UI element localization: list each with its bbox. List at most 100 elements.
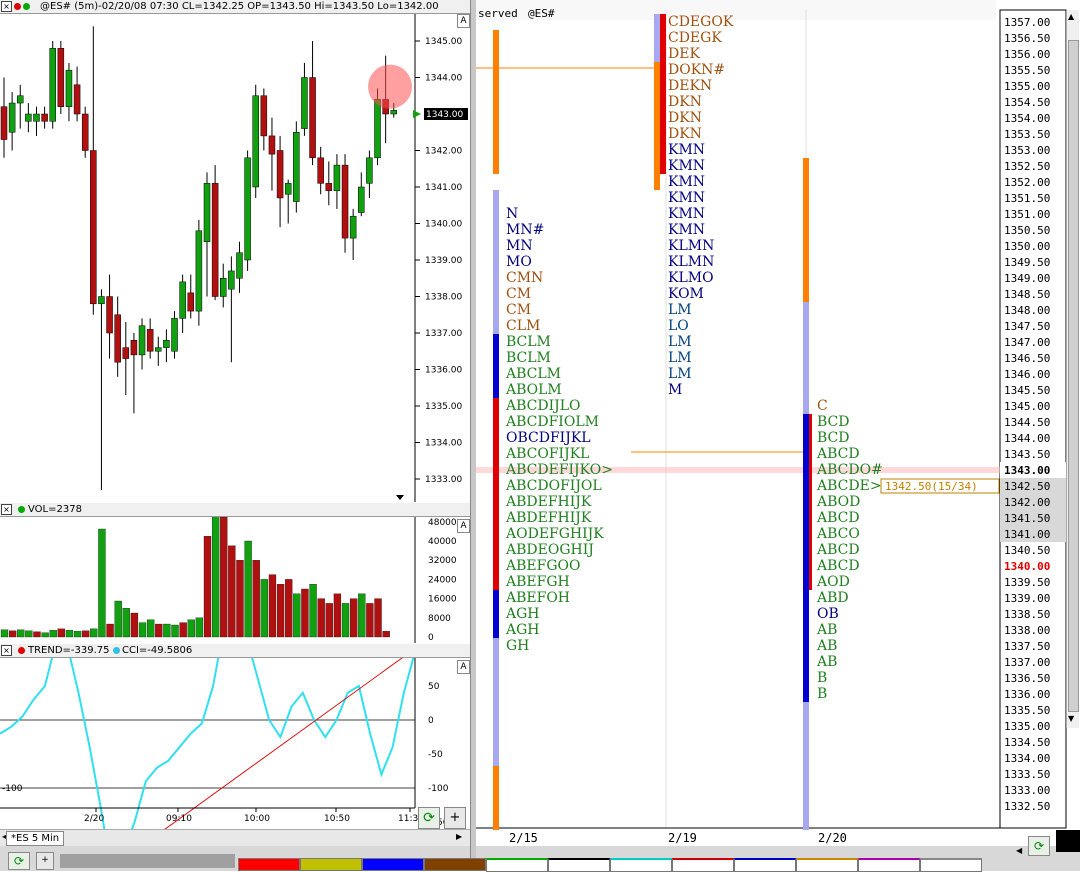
candle-body <box>203 183 211 243</box>
tpo-row-2-20: AOD <box>817 574 850 590</box>
tpo-row-2-15: CM <box>506 286 532 302</box>
color-swatch[interactable] <box>548 858 610 872</box>
tpo-row-2-15: ABDEFHIJK <box>506 510 592 526</box>
tpo-row-2-19: LO <box>668 318 689 334</box>
volume-bar <box>90 628 98 638</box>
tpo-row-2-15: ABCDIJLO <box>506 398 581 414</box>
add-chart-button[interactable]: + <box>36 852 54 870</box>
scroll-left-arrow[interactable]: ◀ <box>1016 846 1022 855</box>
candle-body <box>33 113 40 122</box>
tpo-row-2-19: LM <box>668 350 692 366</box>
tpo-row-2-15: ABEFGOO <box>506 558 581 574</box>
color-swatch[interactable] <box>424 858 486 871</box>
tpo-row-2-20: ABD <box>817 590 849 606</box>
color-swatch[interactable] <box>238 858 300 871</box>
candle-body <box>374 99 381 159</box>
volume-bar <box>228 545 236 638</box>
time-axis-label: 10:00 <box>244 814 270 824</box>
volume-label: VOL=2378 <box>28 504 82 515</box>
tpo-row-2-15: CM <box>506 302 532 318</box>
volume-bar <box>187 619 195 638</box>
volume-bar <box>73 631 82 638</box>
tpo-row-2-15: AGH <box>506 606 540 622</box>
candlestick-panel[interactable]: × @ES# (5m)-02/20/08 07:30 CL=1342.25 OP… <box>0 0 470 502</box>
candle-body <box>325 183 333 191</box>
color-swatch[interactable] <box>734 858 796 872</box>
volume-axis-label: 24000 <box>428 575 457 585</box>
status-dot-icon <box>18 647 25 654</box>
indicator-panel[interactable]: × TREND=-339.75 CCI=-49.5806 150100500-5… <box>0 644 470 830</box>
close-icon[interactable]: × <box>1 504 12 515</box>
tpo-row-2-20: ABCD <box>817 542 860 558</box>
candle-body <box>284 183 292 195</box>
volume-bar <box>155 623 163 638</box>
tpo-row-2-15: GH <box>506 638 530 654</box>
tpo-row-2-15: AGH <box>506 622 540 638</box>
color-swatch[interactable] <box>300 858 362 871</box>
volume-chart[interactable]: 48000 40000 32000 24000 16000 8000 0 <box>0 517 470 643</box>
tpo-row-2-15: ABCDFIOLM <box>506 414 599 430</box>
refresh-icon: ⟳ <box>423 810 435 826</box>
color-swatch[interactable] <box>672 858 734 872</box>
refresh-button[interactable]: ⟳ <box>8 852 30 870</box>
tpo-row-2-19: DEKN <box>668 78 713 94</box>
volume-axis-label: 8000 <box>428 614 451 624</box>
last-price-arrow <box>413 110 421 118</box>
volume-bar <box>138 622 147 638</box>
tpo-row-2-19: DKN <box>668 94 702 110</box>
price-axis-label: 1338.00 <box>425 293 462 303</box>
color-swatch[interactable] <box>920 858 982 872</box>
tpo-row-2-19: DEK <box>668 46 700 62</box>
color-swatch[interactable] <box>610 858 672 872</box>
tpo-row-2-19: CDEGOK <box>668 14 734 30</box>
scroll-marker <box>396 495 404 500</box>
color-swatch[interactable] <box>362 858 424 871</box>
axis-scale-button[interactable]: A <box>457 660 470 674</box>
tpo-row-2-19: DKN <box>668 110 702 126</box>
tpo-row-2-19: DOKN# <box>668 62 726 78</box>
volume-bar <box>122 608 130 638</box>
volume-panel[interactable]: × VOL=2378 48000 40000 32000 24000 16000 8000… <box>0 503 470 643</box>
candle-body <box>179 281 186 319</box>
zoom-in-button[interactable]: + <box>444 807 466 829</box>
refresh-button[interactable]: ⟳ <box>1028 836 1050 856</box>
tpo-row-2-20: ABOD <box>817 494 861 510</box>
scroll-down-arrow[interactable]: ▼ <box>1068 714 1074 723</box>
color-swatch[interactable] <box>486 858 548 872</box>
tpo-row-2-19: KMN <box>668 206 706 222</box>
candle-body <box>98 296 105 305</box>
volume-bar <box>236 560 244 638</box>
market-profile-panel[interactable]: served @ES# 1357.00 1356.50 1356.00 1355.50… <box>476 0 1080 846</box>
volume-bar <box>33 631 41 638</box>
color-swatch[interactable] <box>796 858 858 872</box>
scroll-up-arrow[interactable]: ▲ <box>1068 12 1074 21</box>
price-axis-label: 1335.00 <box>425 402 462 412</box>
volume-bar <box>8 630 17 638</box>
axis-scale-button[interactable]: A <box>457 519 470 533</box>
close-icon[interactable]: × <box>1 645 12 656</box>
close-icon[interactable]: × <box>1 1 12 12</box>
volume-bar <box>293 593 301 638</box>
tpo-row-2-20: ABCD <box>817 510 860 526</box>
scroll-right-arrow[interactable]: ▶ <box>456 832 462 841</box>
color-swatch[interactable] <box>858 858 920 872</box>
vertical-scrollbar[interactable]: ▲ ▼ <box>1066 10 1079 728</box>
indicator-header: × TREND=-339.75 CCI=-49.5806 <box>0 644 470 658</box>
time-axis-label: 09:10 <box>166 814 192 824</box>
price-axis-label: 1336.00 <box>425 366 462 376</box>
scroll-thumb[interactable] <box>1068 40 1079 712</box>
tpo-row-2-15: AODEFGHIJK <box>506 526 604 542</box>
time-axis-label: 2/20 <box>84 814 104 824</box>
tpo-row-2-15: ABCDOFIJOL <box>506 478 602 494</box>
tpo-row-2-20: OB <box>817 606 839 622</box>
scroll-left-button[interactable]: ⟳ <box>418 807 440 829</box>
cci-chart[interactable]: 150100500-50-100-150-200100-1002/2009:10… <box>0 658 470 830</box>
tpo-row-2-20: AB <box>817 654 838 670</box>
tpo-row-2-19: KLMN <box>668 238 715 254</box>
axis-scale-button[interactable]: A <box>457 14 470 28</box>
tab-es-5min[interactable]: *ES 5 Min <box>6 831 65 846</box>
candle-body <box>163 340 170 348</box>
candlestick-chart[interactable]: 1345.00 1344.00 1343.00 1342.00 1341.00 1340.… <box>0 14 470 502</box>
cci-line <box>0 658 415 830</box>
tpo-row-2-15: ABCDEFIJKO> <box>506 462 613 478</box>
